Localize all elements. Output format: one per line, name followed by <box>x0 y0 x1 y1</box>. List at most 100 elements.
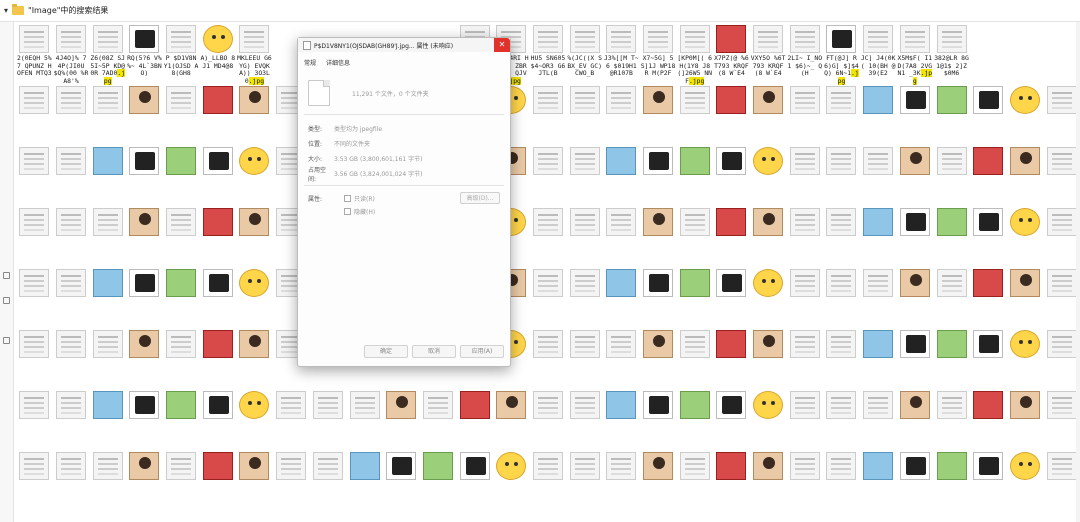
file-item[interactable] <box>530 268 567 329</box>
file-item[interactable] <box>713 268 750 329</box>
file-item[interactable] <box>346 451 383 512</box>
file-item[interactable]: FT(@J] R6)G] $]$4Q) 6N~1.jpg <box>823 24 860 85</box>
file-item[interactable] <box>1007 451 1044 512</box>
file-item[interactable] <box>273 451 310 512</box>
file-item[interactable] <box>199 390 236 451</box>
file-item[interactable]: MKLEEU G6YG) EVQKA)) 3O3L0.jpg <box>236 24 273 85</box>
file-item[interactable] <box>1043 24 1080 85</box>
properties-dialog[interactable]: P$D1V8NY1(OJSDAB(GH89'J.jpg... 属性 (未响应) … <box>297 37 511 367</box>
file-item[interactable]: JC] J4(0K( 10(BH @39(E2 <box>860 24 897 85</box>
file-item[interactable] <box>566 329 603 390</box>
file-item[interactable] <box>199 329 236 390</box>
file-item[interactable] <box>970 24 1007 85</box>
file-item[interactable] <box>1043 329 1080 390</box>
file-item[interactable] <box>970 329 1007 390</box>
file-item[interactable] <box>860 207 897 268</box>
file-item[interactable] <box>676 268 713 329</box>
file-item[interactable] <box>823 207 860 268</box>
file-item[interactable] <box>53 390 90 451</box>
file-item[interactable] <box>823 85 860 146</box>
file-item[interactable] <box>346 390 383 451</box>
file-item[interactable]: P $D1V8N Y1(OJSD A8(GH8 <box>163 24 200 85</box>
file-item[interactable] <box>493 451 530 512</box>
file-item[interactable] <box>676 85 713 146</box>
file-item[interactable] <box>566 207 603 268</box>
file-item[interactable] <box>823 329 860 390</box>
file-item[interactable] <box>89 390 126 451</box>
file-item[interactable] <box>640 207 677 268</box>
file-item[interactable] <box>236 207 273 268</box>
file-item[interactable] <box>236 451 273 512</box>
dialog-titlebar[interactable]: P$D1V8NY1(OJSDAB(GH89'J.jpg... 属性 (未响应) … <box>298 38 510 52</box>
file-item[interactable]: [KP0M[( 6H(1Y8 J8(]26W5 NNF.jpg <box>676 24 713 85</box>
apply-button[interactable]: 应用(A) <box>460 345 504 358</box>
file-item[interactable] <box>933 390 970 451</box>
file-item[interactable] <box>163 329 200 390</box>
file-item[interactable] <box>640 268 677 329</box>
file-item[interactable] <box>933 451 970 512</box>
readonly-checkbox[interactable]: 只读(R) <box>344 192 375 205</box>
file-item[interactable] <box>970 390 1007 451</box>
file-item[interactable] <box>1007 24 1044 85</box>
file-item[interactable] <box>1007 329 1044 390</box>
file-item[interactable]: 2(0EQH 5%7 QPUNZ HOFEN MTQ3 <box>16 24 53 85</box>
file-item[interactable] <box>126 146 163 207</box>
file-item[interactable] <box>16 146 53 207</box>
file-item[interactable] <box>640 146 677 207</box>
file-item[interactable] <box>897 451 934 512</box>
file-item[interactable] <box>750 329 787 390</box>
file-item[interactable] <box>89 268 126 329</box>
file-item[interactable] <box>603 451 640 512</box>
hidden-checkbox[interactable]: 隐藏(H) <box>344 205 375 218</box>
file-item[interactable]: VXY5O %6T793 KRQF(8 W`E4 <box>750 24 787 85</box>
file-item[interactable] <box>236 390 273 451</box>
file-item[interactable] <box>126 390 163 451</box>
file-item[interactable] <box>786 85 823 146</box>
file-item[interactable]: Z6(08Z SJ5I~5P KD@0R 7AD0.jpg <box>89 24 126 85</box>
file-item[interactable] <box>750 146 787 207</box>
file-item[interactable] <box>603 207 640 268</box>
tab-details[interactable]: 详细信息 <box>326 58 350 74</box>
file-item[interactable] <box>860 390 897 451</box>
file-item[interactable] <box>640 390 677 451</box>
file-item[interactable] <box>566 85 603 146</box>
file-item[interactable] <box>823 146 860 207</box>
file-item[interactable] <box>713 85 750 146</box>
file-item[interactable] <box>860 268 897 329</box>
file-item[interactable] <box>933 146 970 207</box>
file-grid[interactable]: 2(0EQH 5%7 QPUNZ HOFEN MTQ3 4J4O]% 7 4P(J… <box>16 24 1080 522</box>
file-item[interactable] <box>823 451 860 512</box>
file-item[interactable] <box>53 207 90 268</box>
file-item[interactable] <box>420 390 457 451</box>
advanced-button[interactable]: 高级(D)... <box>460 192 500 204</box>
file-item[interactable] <box>566 146 603 207</box>
file-item[interactable] <box>970 207 1007 268</box>
file-item[interactable]: HU5 SN605 $4~OR3 G6JTL(B <box>530 24 567 85</box>
file-item[interactable] <box>860 329 897 390</box>
file-item[interactable] <box>163 390 200 451</box>
pin-icon[interactable] <box>3 337 10 344</box>
file-item[interactable] <box>603 146 640 207</box>
file-item[interactable] <box>236 268 273 329</box>
file-item[interactable] <box>1007 390 1044 451</box>
file-item[interactable] <box>750 390 787 451</box>
file-item[interactable] <box>530 85 567 146</box>
file-item[interactable] <box>126 85 163 146</box>
file-item[interactable] <box>1007 207 1044 268</box>
file-item[interactable] <box>713 329 750 390</box>
file-item[interactable] <box>1043 390 1080 451</box>
cancel-button[interactable]: 取消 <box>412 345 456 358</box>
file-item[interactable] <box>89 146 126 207</box>
file-item[interactable] <box>126 207 163 268</box>
file-item[interactable] <box>566 390 603 451</box>
file-item[interactable] <box>236 146 273 207</box>
file-item[interactable] <box>16 85 53 146</box>
file-item[interactable] <box>53 329 90 390</box>
file-item[interactable] <box>1007 268 1044 329</box>
file-item[interactable] <box>713 390 750 451</box>
file-item[interactable] <box>16 268 53 329</box>
file-item[interactable] <box>860 146 897 207</box>
checkbox-box[interactable] <box>344 195 351 202</box>
file-item[interactable] <box>530 329 567 390</box>
file-item[interactable] <box>16 390 53 451</box>
